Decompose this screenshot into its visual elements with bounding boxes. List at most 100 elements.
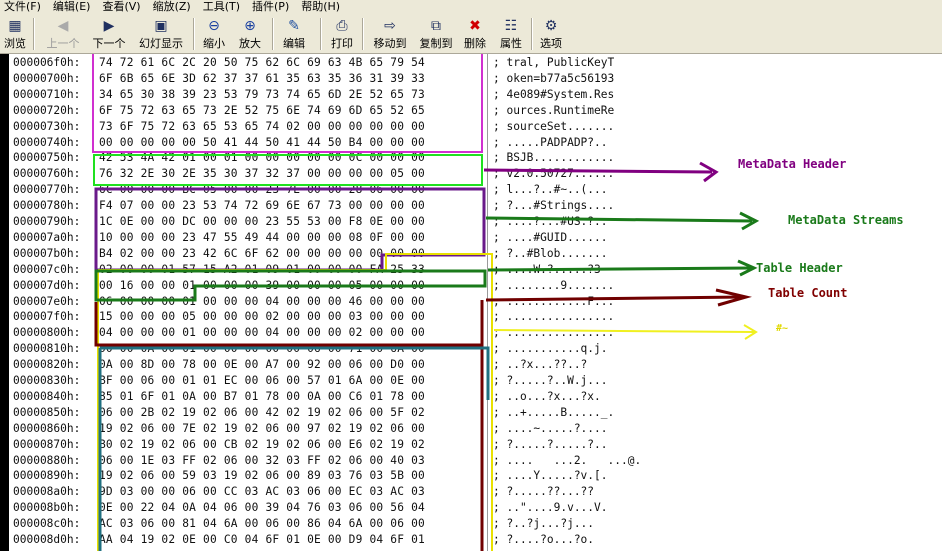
toolbar-separator [193,18,195,50]
toolbar-button-label: 编辑 [283,37,305,50]
row-ascii: ; ....#GUID...... [493,230,608,244]
edit-icon: ✎ [288,18,300,34]
toolbar-button-move-to[interactable]: ⇨ 移动到 [370,16,410,51]
row-address: 00000820h: [13,358,81,372]
row-bytes: 10 00 00 00 23 47 55 49 44 00 00 00 08 0… [99,230,425,244]
toolbar-button-label: 选项 [540,37,562,50]
annotation-metadata-streams: MetaData Streams [788,213,904,227]
menu-item-6[interactable]: 帮助(H) [297,0,348,14]
row-ascii: ; ................ [493,310,615,324]
row-bytes: F4 07 00 00 23 53 74 72 69 6E 67 73 00 0… [99,199,425,213]
toolbar-button-copy-to[interactable]: ⧉ 复制到 [416,16,456,51]
row-ascii: ; ................ [493,326,615,340]
annotation-table-count: Table Count [768,286,848,300]
menu-bar: 文件(F) 编辑(E) 查看(V) 缩放(Z) 工具(T) 插件(P) 帮助(H) [0,0,942,14]
menu-item-3[interactable]: 缩放(Z) [149,0,199,14]
toolbar-button-prev[interactable]: ◀ 上一个 [44,16,82,51]
row-bytes: 06 00 1E 03 FF 02 06 00 32 03 FF 02 06 0… [99,453,425,467]
toolbar-button-label: 幻灯显示 [139,37,183,50]
row-ascii: ; sourceSet....... [493,119,615,133]
row-bytes: 19 02 06 00 7E 02 19 02 06 00 97 02 19 0… [99,421,425,435]
toolbar-button-slideshow[interactable]: ▣ 幻灯显示 [136,16,186,51]
row-ascii: ; ?.....?..W.j... [493,374,608,387]
row-address: 000006f0h: [13,56,81,69]
row-bytes: 6C 00 00 00 BC 05 00 00 23 7E 00 00 28 0… [99,183,425,197]
row-ascii: ; ?..#Blob....... [493,246,608,260]
toolbar-button-zoom-in[interactable]: ⊕ 放大 [236,16,264,51]
toolbar-button-properties[interactable]: ☷ 属性 [496,16,526,51]
row-ascii: ; ....W.?.....?3 [493,262,601,276]
row-address: 000007f0h: [13,310,81,324]
toolbar-separator [531,18,533,50]
row-ascii: ; ...........q.j. [493,342,608,356]
toolbar-separator [320,18,322,50]
row-address: 00000810h: [13,342,81,356]
slideshow-icon: ▣ [154,18,168,34]
row-ascii: ; ources.RuntimeRe [493,103,615,117]
browse-icon: ▦ [8,18,22,34]
toolbar-separator [33,18,35,50]
toolbar-button-delete[interactable]: ✖ 删除 [461,16,489,51]
row-ascii: ; ?...#Strings.... [493,199,615,213]
row-bytes: AA 04 19 02 0E 00 C0 04 6F 01 0E 00 D9 0… [99,533,425,546]
row-address: 00000800h: [13,326,81,340]
row-address: 000007c0h: [13,262,81,276]
toolbar-button-label: 属性 [500,37,522,50]
copy-to-icon: ⧉ [431,18,441,34]
row-address: 000007a0h: [13,230,81,244]
row-address: 00000740h: [13,135,81,149]
toolbar-button-zoom-out[interactable]: ⊖ 缩小 [200,16,228,51]
row-bytes: 19 02 06 00 59 03 19 02 06 00 89 03 76 0… [99,469,425,483]
toolbar-button-print[interactable]: ⎙ 打印 [328,16,356,51]
menu-item-5[interactable]: 插件(P) [248,0,297,14]
delete-icon: ✖ [469,18,481,34]
toolbar-button-label: 复制到 [419,37,453,50]
row-address: 00000840h: [13,389,81,403]
row-bytes: 02 00 00 01 57 15 A2 01 09 01 00 00 00 F… [99,262,425,276]
row-address: 000008d0h: [13,533,81,546]
row-ascii: ; .....PADPADP?.. [493,135,608,149]
hex-view[interactable]: 000006f0h: 74 72 61 6C 2C 20 50 75 62 6C … [9,54,942,551]
row-bytes: 06 00 2B 02 19 02 06 00 42 02 19 02 06 0… [99,405,425,419]
row-address: 00000720h: [13,103,81,117]
row-bytes: 0E 00 22 04 0A 04 06 00 39 04 76 03 06 0… [99,501,425,515]
toolbar: ▦ 浏览 ◀ 上一个 ▶ 下一个 ▣ 幻灯显示 ⊖ 缩小 ⊕ 放大 ✎ 编辑 ⎙ 打印 ⇨ 移动到 ⧉ 复制到 ✖ 删除 ☷… [0,14,942,54]
toolbar-button-edit[interactable]: ✎ 编辑 [279,16,309,51]
row-bytes: 15 00 00 00 05 00 00 00 02 00 00 00 03 0… [99,310,425,324]
row-bytes: 73 6F 75 72 63 65 53 65 74 02 00 00 00 0… [99,119,425,133]
row-bytes: 34 65 30 38 39 23 53 79 73 74 65 6D 2E 5… [99,87,425,101]
row-ascii: ; ..+.....B....._. [493,405,615,419]
row-address: 000008c0h: [13,517,81,531]
next-icon: ▶ [103,18,115,34]
row-address: 00000780h: [13,199,81,213]
menu-item-2[interactable]: 查看(V) [98,0,148,14]
row-bytes: 0A 00 8D 00 78 00 0E 00 A7 00 92 00 06 0… [99,358,425,372]
left-margin-bar [0,54,9,551]
row-address: 000007e0h: [13,294,81,308]
menu-item-4[interactable]: 工具(T) [199,0,248,14]
toolbar-button-label: 移动到 [373,37,407,50]
annotation-table-header: Table Header [756,261,843,275]
row-ascii: ; oken=b77a5c56193 [493,71,615,85]
bytes-ascii-divider [487,54,488,551]
move-to-icon: ⇨ [384,18,396,34]
annotation-tilde-stream: #~ [776,323,789,334]
menu-item-1[interactable]: 编辑(E) [49,0,99,14]
toolbar-button-browse[interactable]: ▦ 浏览 [2,16,28,51]
row-ascii: ; ..?x...??..? [493,358,588,372]
row-ascii: ; ....~.....?.... [493,421,608,435]
toolbar-separator [272,18,274,50]
row-ascii: ; v2.0.50727...... [493,167,615,181]
row-ascii: ; ............F... [493,294,615,308]
row-address: 00000770h: [13,183,81,197]
row-address: 000007d0h: [13,278,81,292]
row-address: 00000860h: [13,421,81,435]
row-address: 00000830h: [13,374,81,387]
row-bytes: AC 03 06 00 81 04 6A 00 06 00 86 04 6A 0… [99,517,425,531]
toolbar-button-next[interactable]: ▶ 下一个 [90,16,128,51]
toolbar-button-options[interactable]: ⚙ 选项 [537,16,565,51]
row-ascii: ; tral, PublicKeyT [493,56,615,69]
menu-item-0[interactable]: 文件(F) [0,0,49,14]
row-address: 00000760h: [13,167,81,181]
row-address: 00000790h: [13,215,81,228]
